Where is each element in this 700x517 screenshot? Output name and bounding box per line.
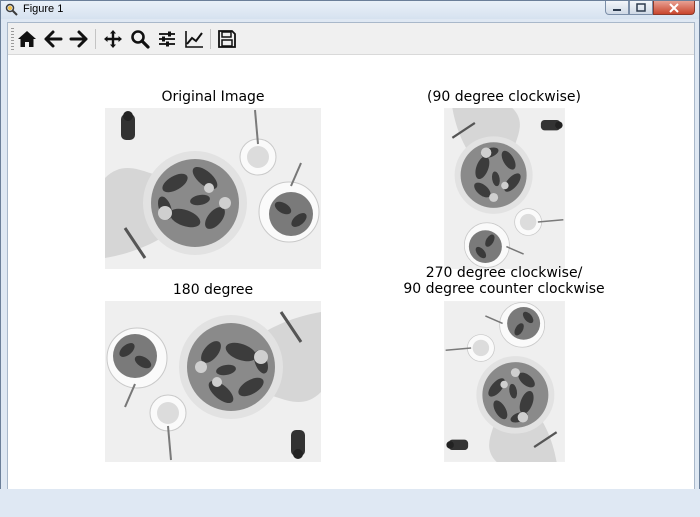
salad-photo-180 <box>105 301 321 462</box>
toolbar-grip[interactable] <box>11 28 14 50</box>
navigation-toolbar <box>8 23 694 55</box>
zoom-magnifier-icon <box>131 30 150 49</box>
configure-subplots-icon <box>159 31 175 47</box>
image-180 <box>105 301 321 462</box>
pan-move-icon <box>104 30 122 48</box>
window-bottom-border <box>0 489 700 517</box>
edit-axis-button[interactable] <box>182 27 206 51</box>
salad-photo-original <box>105 108 321 269</box>
back-arrow-icon <box>44 30 63 48</box>
close-button[interactable] <box>653 1 695 15</box>
home-icon <box>18 31 36 47</box>
maximize-icon <box>636 3 646 12</box>
save-button[interactable] <box>215 27 239 51</box>
image-original <box>105 108 321 269</box>
forward-button[interactable] <box>67 27 91 51</box>
maximize-button[interactable] <box>629 1 653 15</box>
close-icon <box>669 2 679 13</box>
salad-photo-270-clockwise <box>444 301 565 462</box>
app-icon <box>5 3 18 16</box>
zoom-button[interactable] <box>128 27 152 51</box>
subplot-title-original: Original Image <box>161 89 265 105</box>
figure-client-area: Original Image (90 degree clockwise) 180… <box>7 22 695 512</box>
window-title: Figure 1 <box>23 3 64 15</box>
toolbar-separator <box>95 29 96 49</box>
toolbar-separator <box>210 29 211 49</box>
forward-arrow-icon <box>69 30 88 48</box>
salad-photo-90-clockwise <box>444 108 565 269</box>
back-button[interactable] <box>41 27 65 51</box>
save-floppy-icon <box>218 30 236 48</box>
subplot-title-270-clockwise-line2: 90 degree counter clockwise <box>403 281 605 297</box>
minimize-icon <box>613 8 621 11</box>
title-bar[interactable]: Figure 1 <box>1 1 699 19</box>
home-button[interactable] <box>15 27 39 51</box>
subplot-title-90-clockwise: (90 degree clockwise) <box>427 89 581 105</box>
window-controls <box>605 1 695 16</box>
subplot-title-270-clockwise-line1: 270 degree clockwise/ <box>425 265 583 281</box>
edit-axis-curves-icon <box>185 31 203 48</box>
pan-button[interactable] <box>101 27 125 51</box>
figure-window: Figure 1 Original Image (90 degree clock… <box>0 0 700 517</box>
subplot-title-180: 180 degree <box>172 282 254 298</box>
minimize-button[interactable] <box>605 1 629 15</box>
configure-subplots-button[interactable] <box>155 27 179 51</box>
image-90-clockwise <box>444 108 565 269</box>
image-270-clockwise <box>444 301 565 462</box>
figure-canvas[interactable]: Original Image (90 degree clockwise) 180… <box>8 55 694 511</box>
